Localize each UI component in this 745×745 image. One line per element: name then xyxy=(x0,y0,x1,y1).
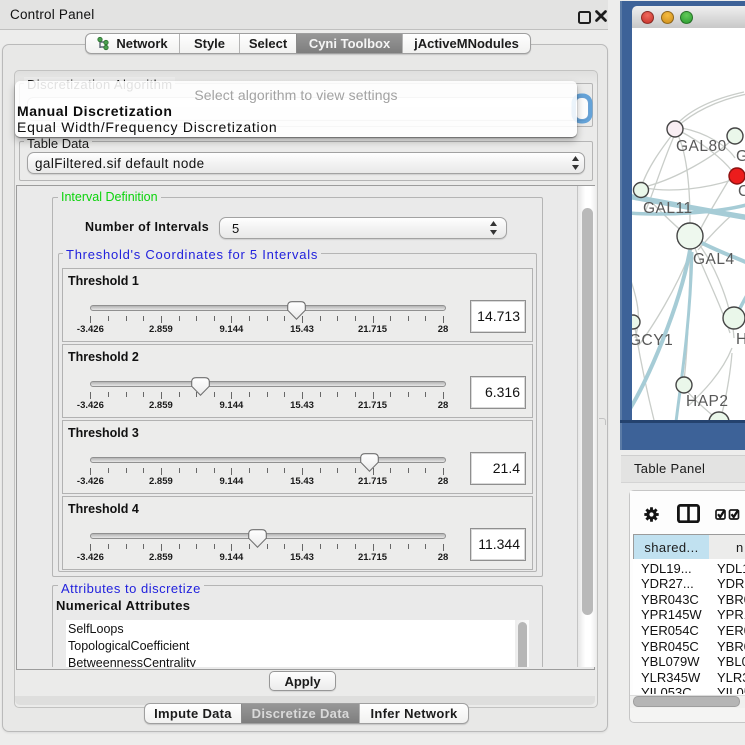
svg-text:C: C xyxy=(738,183,745,200)
svg-text:G: G xyxy=(736,148,745,165)
svg-text:GAL11: GAL11 xyxy=(643,200,693,217)
svg-text:GAL80: GAL80 xyxy=(676,138,727,155)
svg-text:GCY1: GCY1 xyxy=(632,332,673,349)
svg-text:GAL4: GAL4 xyxy=(693,251,735,268)
svg-text:HAP2: HAP2 xyxy=(686,393,729,410)
svg-text:H: H xyxy=(736,331,745,348)
